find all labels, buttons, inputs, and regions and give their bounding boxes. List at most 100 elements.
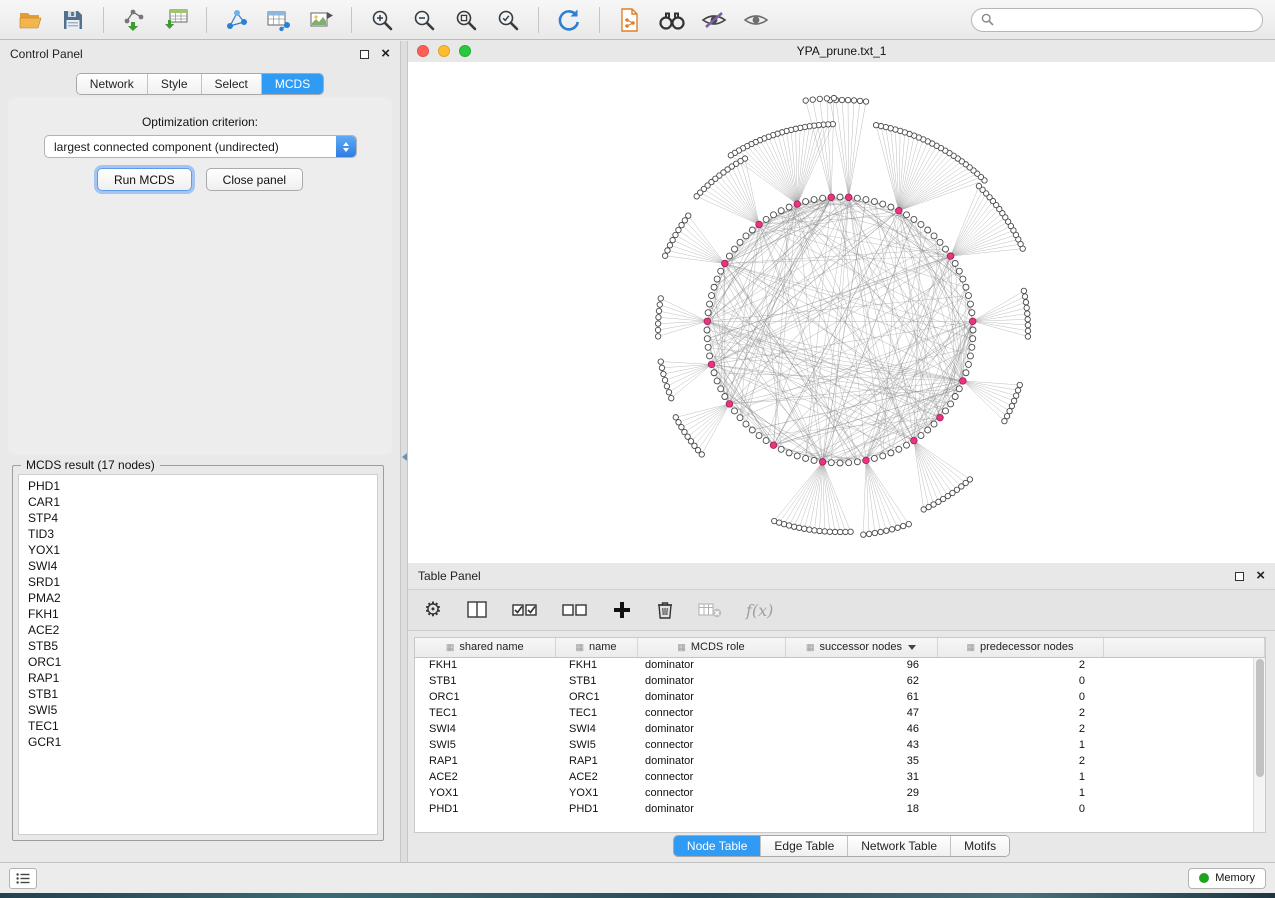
mcds-result-item[interactable]: PMA2 <box>19 590 377 606</box>
tab-network[interactable]: Network <box>77 74 148 94</box>
network-from-table-button[interactable] <box>260 5 298 35</box>
mcds-result-item[interactable]: PHD1 <box>19 478 377 494</box>
mcds-result-item[interactable]: TID3 <box>19 526 377 542</box>
table-row[interactable]: YOX1YOX1connector291 <box>415 785 1265 801</box>
unchecked-boxes-icon <box>562 601 588 619</box>
columns-icon <box>466 600 488 620</box>
mcds-result-item[interactable]: SRD1 <box>19 574 377 590</box>
table-scrollbar[interactable] <box>1253 658 1265 832</box>
search-network-button[interactable] <box>653 5 691 35</box>
close-table-panel-icon[interactable]: × <box>1256 571 1265 581</box>
network-canvas[interactable] <box>408 62 1275 563</box>
close-panel-icon[interactable]: × <box>381 49 390 59</box>
search-input[interactable] <box>999 13 1253 27</box>
network-graph[interactable] <box>408 62 1275 563</box>
criterion-dropdown[interactable]: largest connected component (undirected) <box>44 135 357 158</box>
memory-button[interactable]: Memory <box>1188 868 1266 889</box>
tab-style[interactable]: Style <box>148 74 202 94</box>
table-row[interactable]: RAP1RAP1dominator352 <box>415 753 1265 769</box>
function-builder-button[interactable]: f(x) <box>746 595 773 625</box>
checked-boxes-icon <box>512 601 538 619</box>
column-header-mcds-role[interactable]: ▦MCDS role <box>637 638 785 657</box>
table-row[interactable]: ORC1ORC1dominator610 <box>415 689 1265 705</box>
fx-icon: f(x) <box>746 601 773 620</box>
tab-motifs[interactable]: Motifs <box>951 836 1009 856</box>
table-row[interactable]: SWI5SWI5connector431 <box>415 737 1265 753</box>
import-table-file-button[interactable] <box>157 5 195 35</box>
mcds-result-item[interactable]: SWI4 <box>19 558 377 574</box>
zoom-out-button[interactable] <box>405 5 443 35</box>
table-scrollbar-thumb[interactable] <box>1256 659 1264 777</box>
hide-graphics-details-button[interactable] <box>695 5 733 35</box>
mcds-result-item[interactable]: CAR1 <box>19 494 377 510</box>
save-session-button[interactable] <box>54 5 92 35</box>
open-file-button[interactable] <box>12 5 50 35</box>
tab-select[interactable]: Select <box>202 74 262 94</box>
control-panel-tab-bar: Network Style Select MCDS <box>76 73 324 95</box>
search-field[interactable] <box>971 8 1263 32</box>
panel-divider[interactable] <box>400 41 408 862</box>
import-network-icon <box>121 8 147 32</box>
list-menu-icon <box>16 873 30 884</box>
mcds-result-item[interactable]: ORC1 <box>19 654 377 670</box>
column-header-successor-nodes[interactable]: ▦successor nodes <box>785 638 937 657</box>
tab-network-table[interactable]: Network Table <box>848 836 951 856</box>
show-columns-button[interactable] <box>466 595 488 625</box>
collapse-divider-icon[interactable] <box>402 453 407 461</box>
control-panel-header: Control Panel × <box>0 41 400 67</box>
create-column-button[interactable] <box>612 595 632 625</box>
status-bar: Memory <box>0 862 1275 893</box>
column-header-name[interactable]: ▦name <box>555 638 637 657</box>
mcds-result-item[interactable]: TEC1 <box>19 718 377 734</box>
table-row[interactable]: TEC1TEC1connector472 <box>415 705 1265 721</box>
mcds-result-item[interactable]: GCR1 <box>19 734 377 750</box>
table-options-button[interactable]: ⚙ <box>424 595 442 625</box>
panel-menu-button[interactable] <box>9 868 37 889</box>
mcds-result-list[interactable]: PHD1CAR1STP4TID3YOX1SWI4SRD1PMA2FKH1ACE2… <box>18 474 378 835</box>
table-row[interactable]: PHD1PHD1dominator180 <box>415 801 1265 817</box>
show-graphics-details-button[interactable] <box>737 5 775 35</box>
mcds-result-item[interactable]: FKH1 <box>19 606 377 622</box>
gear-icon: ⚙ <box>424 600 442 620</box>
zoom-in-button[interactable] <box>363 5 401 35</box>
table-panel: Table Panel × ⚙ <box>408 563 1275 862</box>
mcds-result-item[interactable]: STP4 <box>19 510 377 526</box>
export-image-button[interactable] <box>302 5 340 35</box>
column-header-shared-name[interactable]: ▦shared name <box>415 638 555 657</box>
zoom-selected-button[interactable] <box>489 5 527 35</box>
tab-node-table[interactable]: Node Table <box>674 836 762 856</box>
share-document-button[interactable] <box>611 5 649 35</box>
import-network-file-button[interactable] <box>115 5 153 35</box>
open-folder-icon <box>18 9 44 31</box>
mcds-result-item[interactable]: SWI5 <box>19 702 377 718</box>
mcds-result-item[interactable]: YOX1 <box>19 542 377 558</box>
float-panel-icon[interactable] <box>360 50 369 59</box>
column-header-filler <box>1103 638 1265 657</box>
tab-mcds[interactable]: MCDS <box>262 74 323 94</box>
table-row[interactable]: ACE2ACE2connector311 <box>415 769 1265 785</box>
mcds-result-item[interactable]: STB1 <box>19 686 377 702</box>
tab-edge-table[interactable]: Edge Table <box>761 836 848 856</box>
zoom-fit-button[interactable] <box>447 5 485 35</box>
mcds-result-item[interactable]: STB5 <box>19 638 377 654</box>
clear-table-button[interactable] <box>698 595 722 625</box>
delete-column-button[interactable] <box>656 595 674 625</box>
table-row[interactable]: SWI4SWI4dominator462 <box>415 721 1265 737</box>
select-all-columns-button[interactable] <box>512 595 538 625</box>
toolbar-separator <box>538 7 539 33</box>
search-icon <box>981 13 994 26</box>
table-toolbar: ⚙ <box>408 589 1275 631</box>
column-header-predecessor-nodes[interactable]: ▦predecessor nodes <box>937 638 1103 657</box>
close-panel-button[interactable]: Close panel <box>206 168 303 191</box>
deselect-all-columns-button[interactable] <box>562 595 588 625</box>
table-row[interactable]: STB1STB1dominator620 <box>415 673 1265 689</box>
table-tab-bar: Node Table Edge Table Network Table Moti… <box>673 835 1010 857</box>
new-network-button[interactable] <box>218 5 256 35</box>
mcds-result-item[interactable]: ACE2 <box>19 622 377 638</box>
mcds-result-item[interactable]: RAP1 <box>19 670 377 686</box>
share-document-icon <box>619 7 641 33</box>
table-row[interactable]: FKH1FKH1dominator962 <box>415 657 1265 673</box>
float-table-panel-icon[interactable] <box>1235 572 1244 581</box>
refresh-view-button[interactable] <box>550 5 588 35</box>
run-mcds-button[interactable]: Run MCDS <box>97 168 192 191</box>
